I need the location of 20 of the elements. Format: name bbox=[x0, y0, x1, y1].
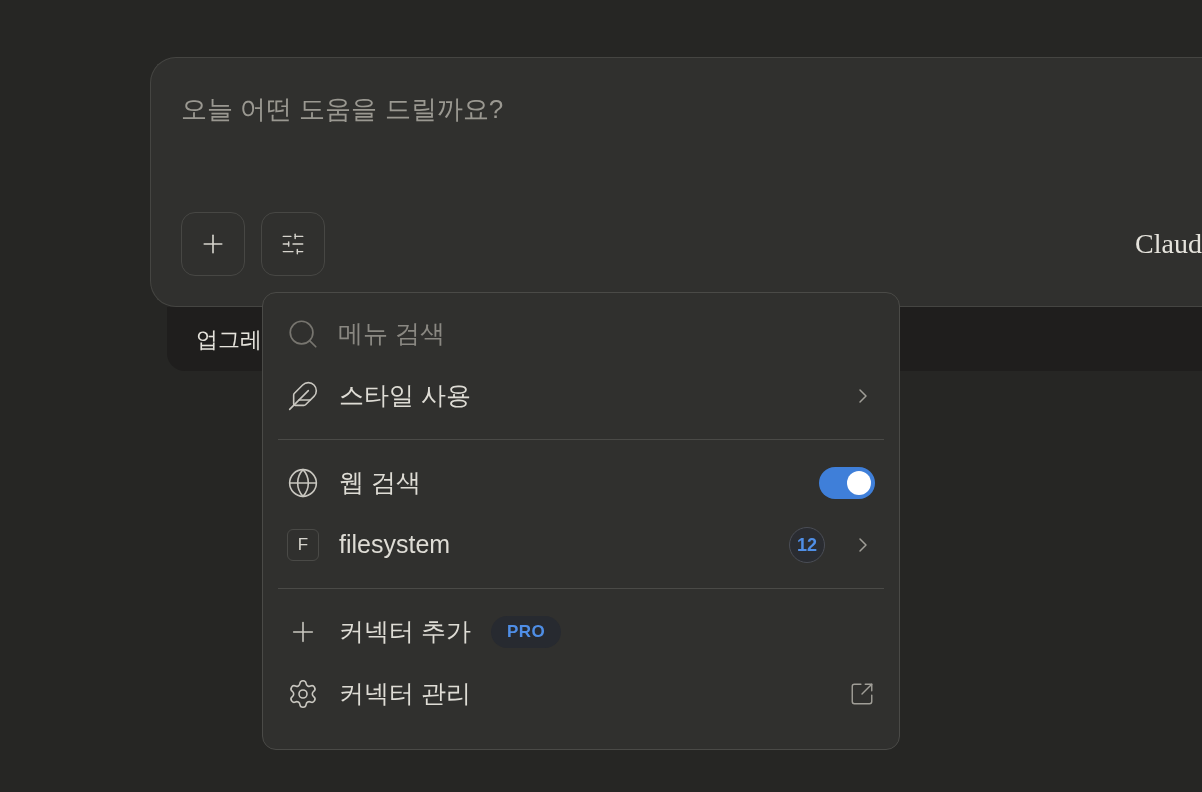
message-input[interactable]: 오늘 어떤 도움을 드릴까요? bbox=[181, 90, 781, 129]
pro-badge: PRO bbox=[490, 616, 562, 648]
globe-icon bbox=[287, 467, 319, 499]
menu-item[interactable]: F filesystem 12 bbox=[263, 514, 899, 576]
menu-item[interactable]: 커넥터 관리 bbox=[263, 663, 899, 725]
tool-count-badge: 12 bbox=[789, 527, 825, 563]
sliders-icon bbox=[280, 231, 306, 257]
menu-search-field[interactable]: 메뉴 검색 bbox=[338, 315, 738, 353]
upgrade-text[interactable]: 업그레 bbox=[196, 322, 262, 356]
toggle-switch[interactable] bbox=[819, 467, 875, 499]
search-icon bbox=[286, 317, 320, 351]
menu-item[interactable]: 웹 검색 bbox=[263, 452, 899, 514]
gear-icon bbox=[287, 678, 319, 710]
connector-letter-icon: F bbox=[287, 529, 319, 561]
tools-button[interactable] bbox=[261, 212, 325, 276]
menu-item[interactable]: 스타일 사용 bbox=[263, 365, 899, 427]
menu-item[interactable]: 커넥터 추가 PRO bbox=[263, 601, 899, 663]
external-link-icon bbox=[849, 681, 875, 707]
model-selector[interactable]: Claud bbox=[1135, 223, 1202, 265]
quill-icon bbox=[287, 380, 319, 412]
